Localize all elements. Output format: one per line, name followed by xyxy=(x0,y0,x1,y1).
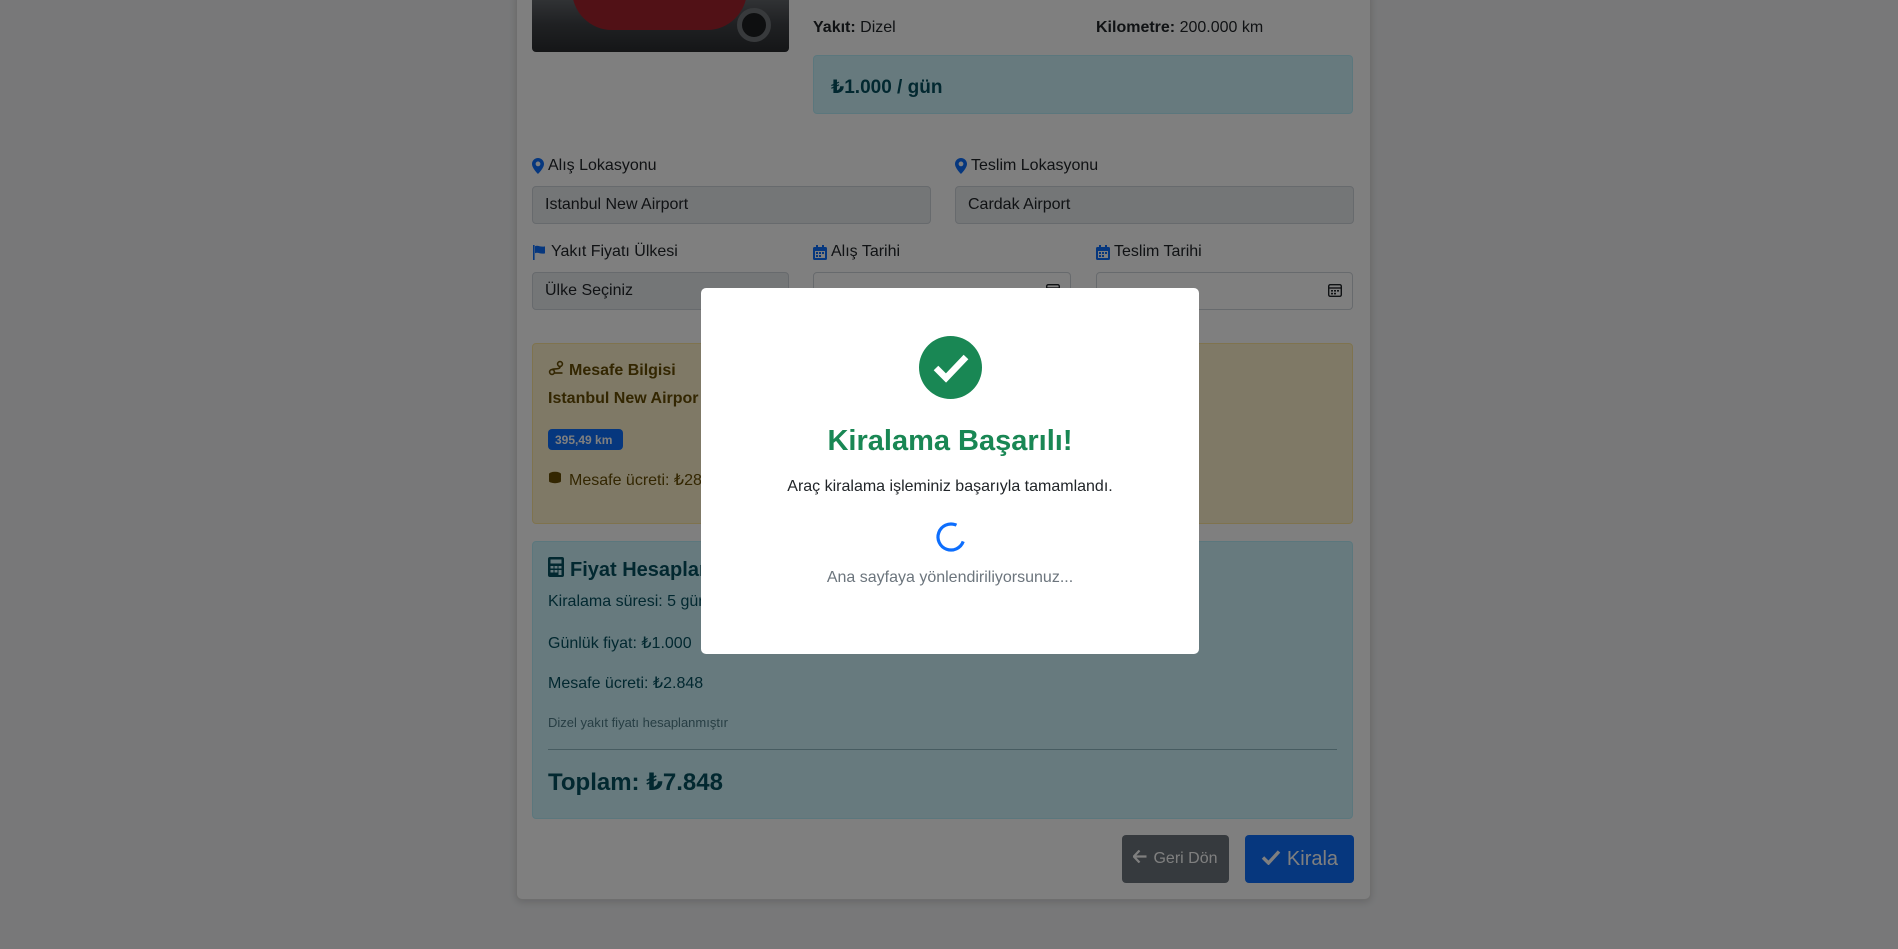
modal-redirect-text: Ana sayfaya yönlendiriliyorsunuz... xyxy=(826,569,1074,586)
check-circle-icon xyxy=(919,336,982,399)
success-modal: Kiralama Başarılı! Araç kiralama işlemin… xyxy=(701,288,1199,654)
loading-spinner-icon xyxy=(935,521,967,553)
modal-title: Kiralama Başarılı! xyxy=(827,425,1073,457)
modal-message: Araç kiralama işleminiz başarıyla tamaml… xyxy=(787,478,1113,495)
